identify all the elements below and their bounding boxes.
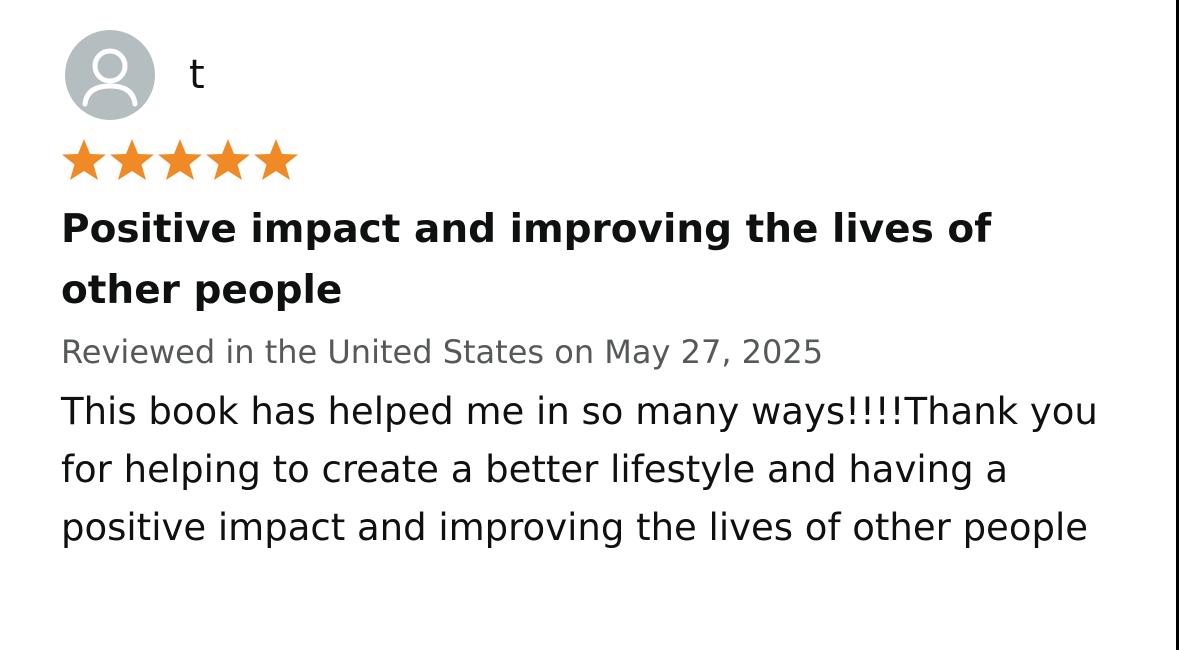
star-icon: [62, 139, 106, 180]
star-rating[interactable]: [60, 136, 300, 184]
reviewer-avatar-icon[interactable]: [65, 30, 155, 120]
star-icon: [254, 139, 298, 180]
review-body: This book has helped me in so many ways!…: [61, 390, 1098, 549]
star-icon: [158, 139, 202, 180]
star-icon: [110, 139, 154, 180]
review-meta: Reviewed in the United States on May 27,…: [61, 333, 824, 371]
reviewer-name[interactable]: t: [189, 52, 205, 98]
review-title[interactable]: Positive impact and improving the lives …: [61, 199, 1121, 321]
star-icon: [206, 139, 250, 180]
